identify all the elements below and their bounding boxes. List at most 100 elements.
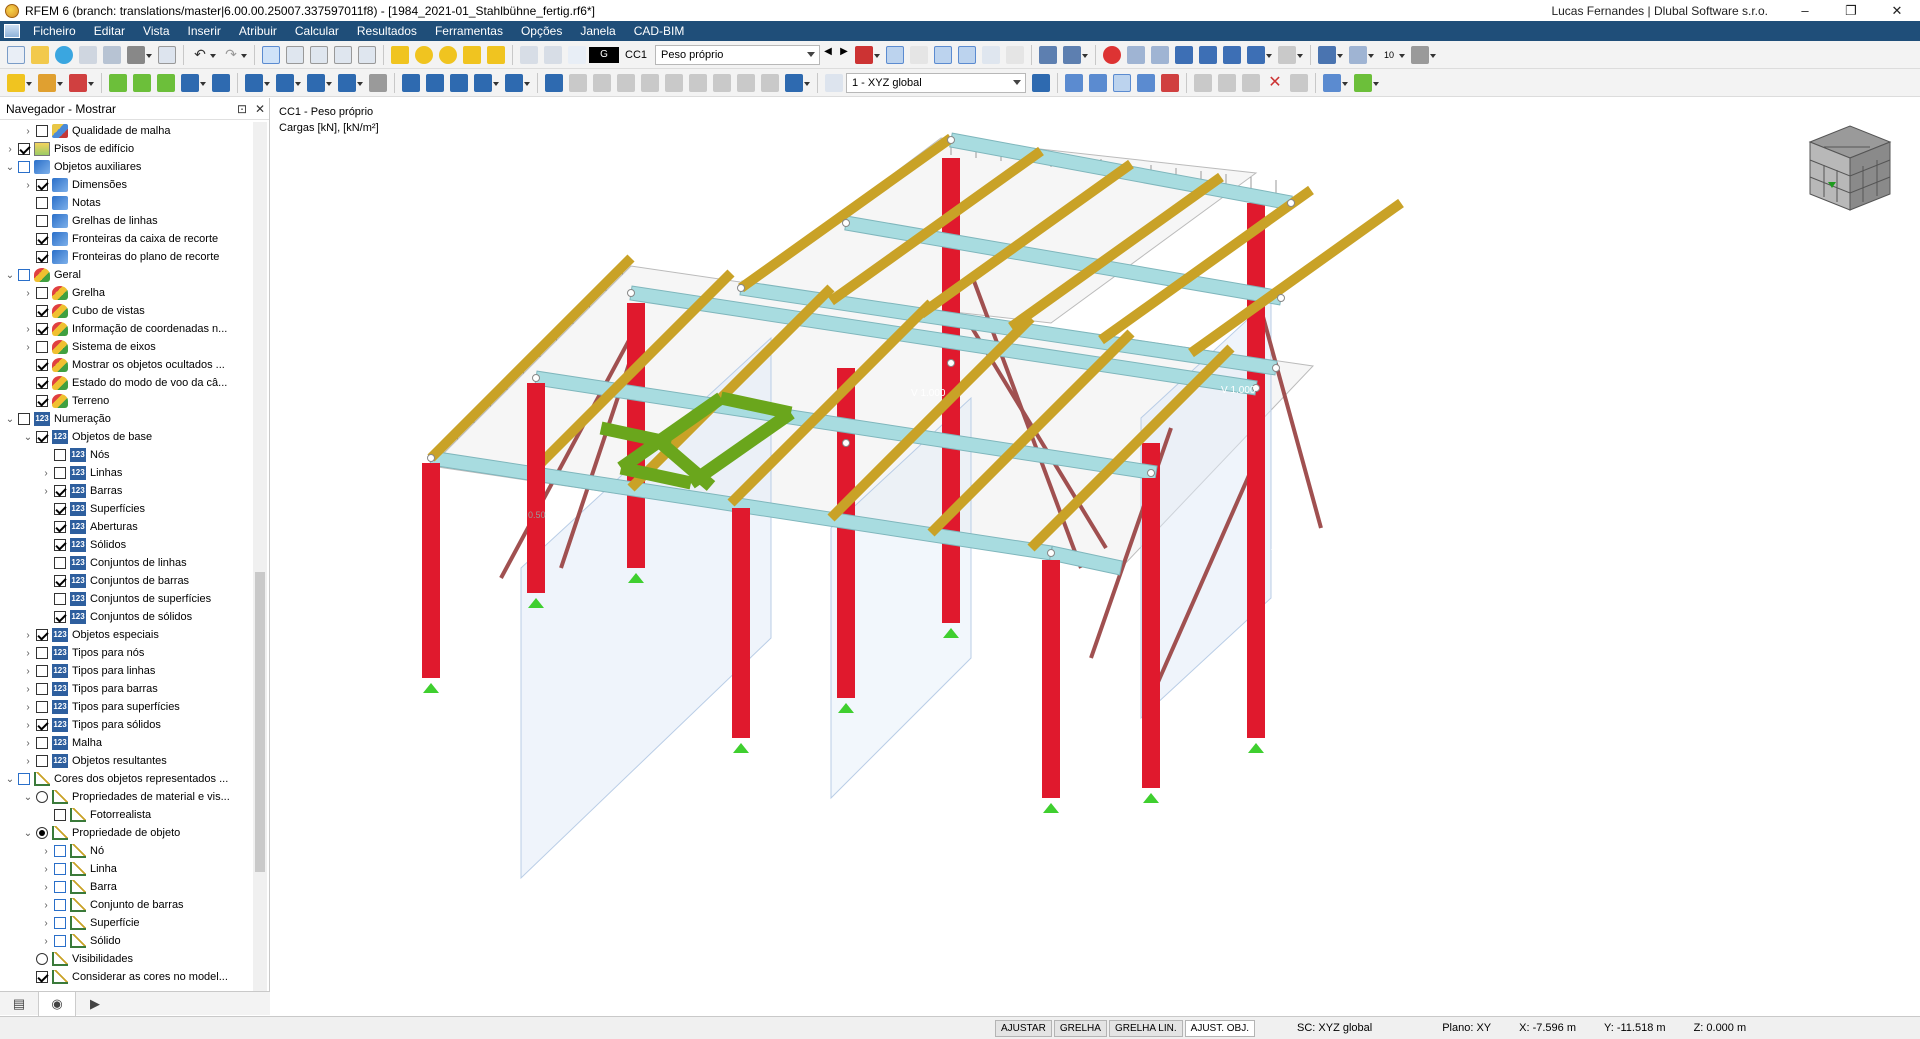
- render-icon[interactable]: [1318, 45, 1344, 64]
- new-file-icon[interactable]: [7, 45, 25, 64]
- dimension-icon[interactable]: [402, 73, 420, 92]
- expand-arrow-icon[interactable]: ⌄: [22, 828, 34, 839]
- report-icon[interactable]: [158, 45, 176, 64]
- object-snap-icon[interactable]: [1089, 73, 1107, 92]
- measure-icon[interactable]: [1194, 73, 1212, 92]
- tree-item[interactable]: 123 Conjuntos de superfícies: [0, 590, 252, 608]
- tree-item[interactable]: › 123 Tipos para barras: [0, 680, 252, 698]
- axis-x-icon[interactable]: [1175, 45, 1194, 64]
- tree-checkbox[interactable]: [54, 881, 66, 893]
- tree-checkbox[interactable]: [36, 683, 48, 695]
- axis-z-icon[interactable]: [1223, 45, 1242, 64]
- tree-item[interactable]: Fotorrealista: [0, 806, 252, 824]
- structural-model[interactable]: V 1.000 V 1.000 V 1.000 V 1.000 0.50: [271, 98, 1920, 1015]
- tree-item[interactable]: Mostrar os objetos ocultados ...: [0, 356, 252, 374]
- tree-checkbox[interactable]: [36, 701, 48, 713]
- close-button[interactable]: ✕: [1874, 3, 1920, 19]
- scale-icon[interactable]: [617, 73, 635, 92]
- snap-icon[interactable]: [505, 73, 530, 92]
- release-icon[interactable]: [212, 73, 230, 92]
- expand-arrow-icon[interactable]: ›: [40, 468, 52, 479]
- member-load-icon[interactable]: [276, 73, 301, 92]
- object-snap-button[interactable]: AJUST. OBJ.: [1184, 1019, 1256, 1037]
- load-case-list-icon[interactable]: [520, 45, 538, 64]
- tree-checkbox[interactable]: [54, 449, 66, 461]
- load-case-select[interactable]: Peso próprio: [655, 44, 821, 65]
- print-graphic-icon[interactable]: [1411, 45, 1437, 64]
- tree-item[interactable]: › 123 Malha: [0, 734, 252, 752]
- tree-item[interactable]: Grelhas de linhas: [0, 212, 252, 230]
- copy-icon[interactable]: [1151, 45, 1170, 64]
- view-icon[interactable]: [982, 45, 1001, 64]
- line-tool-icon[interactable]: [38, 73, 63, 92]
- tree-item[interactable]: › 123 Tipos para nós: [0, 644, 252, 662]
- tree-checkbox[interactable]: [54, 575, 66, 587]
- expand-arrow-icon[interactable]: ›: [22, 756, 34, 767]
- tree-item[interactable]: Considerar as cores no model...: [0, 968, 252, 986]
- tree-checkbox[interactable]: [54, 485, 66, 497]
- menu-editar[interactable]: Editar: [85, 21, 134, 41]
- tree-checkbox[interactable]: [36, 647, 48, 659]
- navigator-scrollbar[interactable]: [253, 122, 267, 992]
- expand-arrow-icon[interactable]: ›: [22, 648, 34, 659]
- tree-checkbox[interactable]: [36, 359, 48, 371]
- box-icon[interactable]: [1127, 45, 1146, 64]
- expand-arrow-icon[interactable]: ›: [22, 288, 34, 299]
- expand-arrow-icon[interactable]: ›: [22, 666, 34, 677]
- stop-icon[interactable]: [1103, 45, 1122, 64]
- expand-arrow-icon[interactable]: ⌄: [4, 270, 16, 281]
- menu-vista[interactable]: Vista: [134, 21, 178, 41]
- tree-item[interactable]: › Dimensões: [0, 176, 252, 194]
- tree-item[interactable]: › 123 Tipos para sólidos: [0, 716, 252, 734]
- extrude-icon[interactable]: [641, 73, 659, 92]
- section-icon[interactable]: [1349, 45, 1375, 64]
- minimize-button[interactable]: –: [1782, 3, 1828, 18]
- print-icon[interactable]: [127, 45, 152, 64]
- tree-checkbox[interactable]: [36, 395, 48, 407]
- tree-checkbox[interactable]: [18, 161, 30, 173]
- model-viewport[interactable]: CC1 - Peso próprio Cargas [kN], [kN/m²] …: [271, 98, 1920, 1015]
- save-icon[interactable]: [79, 45, 97, 64]
- member-tool-icon[interactable]: [69, 73, 94, 92]
- tree-checkbox[interactable]: [36, 719, 48, 731]
- tree-item[interactable]: › Grelha: [0, 284, 252, 302]
- support-icon[interactable]: [109, 73, 127, 92]
- undo-icon[interactable]: ↶: [191, 46, 216, 64]
- surface-support-icon[interactable]: [157, 73, 175, 92]
- tree-radio[interactable]: [36, 791, 48, 803]
- save-all-icon[interactable]: [103, 45, 121, 64]
- tree-item[interactable]: › Superfície: [0, 914, 252, 932]
- tree-item[interactable]: › Barra: [0, 878, 252, 896]
- nodal-load-icon[interactable]: [245, 73, 270, 92]
- tree-checkbox[interactable]: [54, 539, 66, 551]
- angle-icon[interactable]: [1218, 73, 1236, 92]
- expand-arrow-icon[interactable]: ⌄: [4, 162, 16, 173]
- line-support-icon[interactable]: [133, 73, 151, 92]
- show-load-values-icon[interactable]: [886, 45, 905, 64]
- tab-display-icon[interactable]: ◉: [38, 992, 76, 1016]
- tree-checkbox[interactable]: [18, 143, 30, 155]
- tree-item[interactable]: › Sólido: [0, 932, 252, 950]
- tree-item[interactable]: Terreno: [0, 392, 252, 410]
- tree-checkbox[interactable]: [36, 215, 48, 227]
- expand-arrow-icon[interactable]: ›: [40, 936, 52, 947]
- show-loads-icon[interactable]: [855, 45, 881, 64]
- grid-button[interactable]: GRELHA: [1053, 1019, 1107, 1037]
- tree-checkbox[interactable]: [36, 251, 48, 263]
- expand-arrow-icon[interactable]: ›: [40, 882, 52, 893]
- expand-arrow-icon[interactable]: ›: [40, 846, 52, 857]
- tree-item[interactable]: › 123 Tipos para superfícies: [0, 698, 252, 716]
- tree-checkbox[interactable]: [36, 341, 48, 353]
- tree-item[interactable]: 123 Nós: [0, 446, 252, 464]
- tree-item[interactable]: › Sistema de eixos: [0, 338, 252, 356]
- result-values-icon[interactable]: [934, 45, 953, 64]
- tree-checkbox[interactable]: [18, 773, 30, 785]
- tree-item[interactable]: 123 Conjuntos de sólidos: [0, 608, 252, 626]
- node-tool-icon[interactable]: [7, 73, 32, 92]
- tree-item[interactable]: › 123 Tipos para linhas: [0, 662, 252, 680]
- tree-checkbox[interactable]: [54, 935, 66, 947]
- surface-load-icon[interactable]: [307, 73, 332, 92]
- axis-y-icon[interactable]: [1199, 45, 1218, 64]
- tree-item[interactable]: Estado do modo de voo da câ...: [0, 374, 252, 392]
- line-grid-button[interactable]: GRELHA LIN.: [1108, 1019, 1183, 1037]
